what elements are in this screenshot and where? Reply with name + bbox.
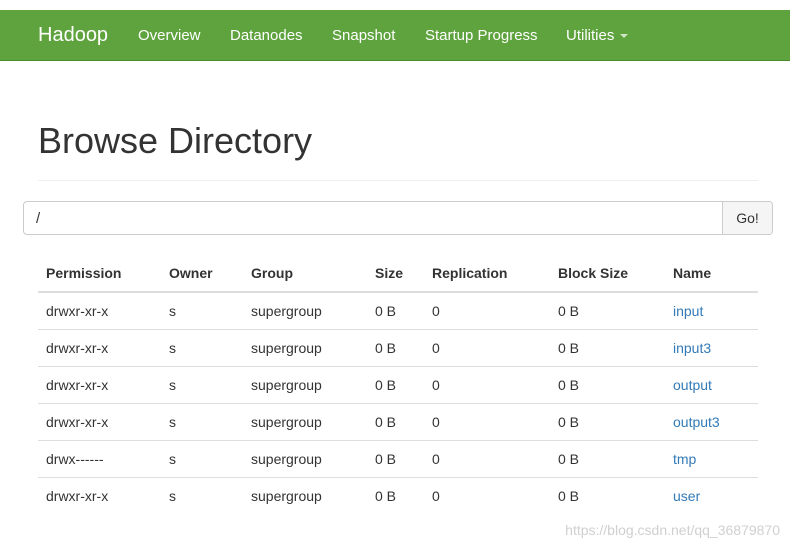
column-header-group[interactable]: Group: [243, 254, 367, 293]
cell-block-size: 0 B: [550, 476, 665, 514]
cell-size: 0 B: [367, 365, 424, 403]
cell-group: supergroup: [243, 439, 367, 477]
cell-permission: drwx------: [38, 439, 161, 477]
directory-link-input[interactable]: input: [673, 303, 703, 319]
table-row: drwx------ s supergroup 0 B 0 0 B tmp: [38, 439, 758, 477]
directory-table: Permission Owner Group Size Replication …: [38, 254, 758, 514]
nav-item-startup-progress[interactable]: Startup Progress: [425, 27, 538, 44]
cell-block-size: 0 B: [550, 402, 665, 440]
cell-replication: 0: [424, 402, 550, 440]
brand-link[interactable]: Hadoop: [38, 24, 108, 47]
column-header-replication[interactable]: Replication: [424, 254, 550, 293]
cell-replication: 0: [424, 365, 550, 403]
cell-replication: 0: [424, 328, 550, 366]
cell-size: 0 B: [375, 302, 397, 319]
path-bar: Go!: [23, 201, 773, 235]
directory-link-output3[interactable]: output3: [673, 414, 720, 430]
go-button[interactable]: Go!: [722, 202, 772, 234]
column-header-name[interactable]: Name: [665, 254, 758, 293]
cell-permission: drwxr-xr-x: [46, 302, 109, 319]
cell-owner: s: [161, 439, 243, 477]
title-divider: [38, 180, 758, 181]
table-row: drwxr-xr-x s supergroup 0 B 0 0 B input: [38, 292, 758, 329]
cell-size: 0 B: [367, 476, 424, 514]
cell-name: user: [665, 476, 758, 514]
cell-name: output3: [665, 402, 758, 440]
cell-owner: s: [161, 476, 243, 514]
cell-block-size: 0 B: [550, 365, 665, 403]
directory-link-output[interactable]: output: [673, 377, 712, 393]
cell-name: tmp: [665, 439, 758, 477]
cell-owner: s: [161, 402, 243, 440]
table-header-row: Permission Owner Group Size Replication …: [38, 254, 758, 293]
nav-item-overview[interactable]: Overview: [138, 27, 201, 44]
column-header-size[interactable]: Size: [367, 254, 424, 293]
cell-replication: 0: [424, 476, 550, 514]
cell-owner: s: [161, 365, 243, 403]
cell-name: input3: [665, 328, 758, 366]
cell-permission: drwxr-xr-x: [38, 476, 161, 514]
cell-size: 0 B: [367, 439, 424, 477]
cell-replication: 0: [432, 302, 440, 319]
table-row: drwxr-xr-x s supergroup 0 B 0 0 B output…: [38, 402, 758, 440]
cell-group: supergroup: [243, 365, 367, 403]
page-title: Browse Directory: [38, 120, 313, 161]
column-header-block-size[interactable]: Block Size: [550, 254, 665, 293]
directory-link-user[interactable]: user: [673, 488, 700, 504]
nav-item-snapshot[interactable]: Snapshot: [332, 27, 395, 44]
column-header-permission[interactable]: Permission: [38, 254, 161, 293]
directory-link-input3[interactable]: input3: [673, 340, 711, 356]
directory-link-tmp[interactable]: tmp: [673, 451, 696, 467]
cell-permission: drwxr-xr-x: [38, 365, 161, 403]
directory-path-input[interactable]: [24, 202, 722, 234]
cell-replication: 0: [424, 439, 550, 477]
cell-group: supergroup: [251, 302, 322, 319]
table-row: drwxr-xr-x s supergroup 0 B 0 0 B user: [38, 476, 758, 514]
nav-item-utilities[interactable]: Utilities: [566, 27, 629, 44]
column-header-owner[interactable]: Owner: [161, 254, 243, 293]
cell-group: supergroup: [243, 476, 367, 514]
cell-block-size: 0 B: [550, 328, 665, 366]
cell-permission: drwxr-xr-x: [38, 402, 161, 440]
cell-owner: s: [161, 328, 243, 366]
top-navbar: Hadoop Overview Datanodes Snapshot Start…: [0, 10, 790, 61]
cell-permission: drwxr-xr-x: [38, 328, 161, 366]
table-row: drwxr-xr-x s supergroup 0 B 0 0 B input3: [38, 328, 758, 366]
cell-group: supergroup: [243, 402, 367, 440]
cell-owner: s: [169, 302, 176, 319]
table-row: drwxr-xr-x s supergroup 0 B 0 0 B output: [38, 365, 758, 403]
cell-block-size: 0 B: [550, 439, 665, 477]
chevron-down-icon: [620, 34, 629, 39]
cell-name: output: [665, 365, 758, 403]
cell-group: supergroup: [243, 328, 367, 366]
cell-size: 0 B: [367, 402, 424, 440]
nav-item-datanodes[interactable]: Datanodes: [230, 27, 303, 44]
watermark-text: https://blog.csdn.net/qq_36879870: [565, 522, 780, 538]
cell-name: input: [665, 292, 758, 329]
cell-block-size: 0 B: [558, 302, 580, 319]
cell-size: 0 B: [367, 328, 424, 366]
nav-item-utilities-label: Utilities: [566, 27, 615, 44]
